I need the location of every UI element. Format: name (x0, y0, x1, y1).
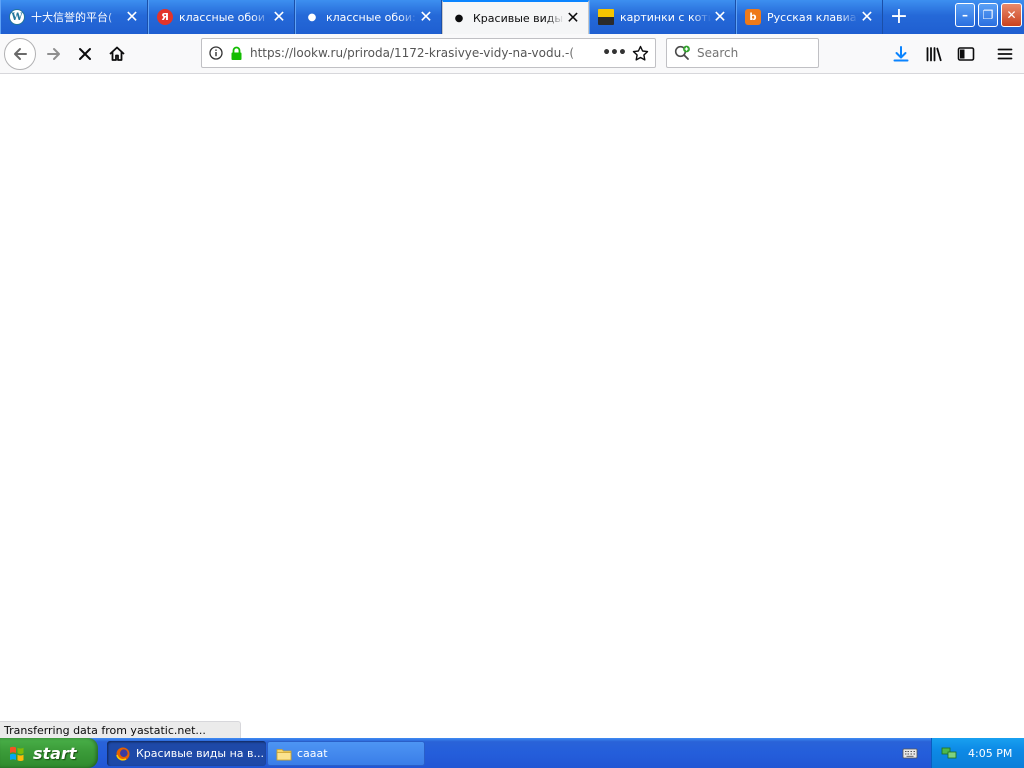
sidebar-toggle-button[interactable] (951, 39, 981, 69)
system-tray: 4:05 PM (931, 738, 1024, 768)
status-panel: Transferring data from yastatic.net... (0, 721, 241, 738)
url-text[interactable]: https://lookw.ru/priroda/1172-krasivye-v… (250, 46, 601, 60)
taskbar-item-label: caaat (297, 747, 328, 760)
navigation-toolbar: https://lookw.ru/priroda/1172-krasivye-v… (0, 34, 1024, 74)
menu-button[interactable] (990, 39, 1020, 69)
tab-5[interactable]: картинки с котик ✕ (589, 0, 736, 34)
tab-title: 十大信誉的平台( (31, 11, 113, 24)
clock: 4:05 PM (968, 746, 1013, 760)
folder-icon (276, 746, 292, 762)
info-icon[interactable] (208, 45, 224, 61)
close-icon[interactable]: ✕ (270, 8, 288, 26)
address-bar[interactable]: https://lookw.ru/priroda/1172-krasivye-v… (201, 38, 656, 68)
taskbar-item-label: Красивые виды на в... (136, 747, 264, 760)
wordpress-icon: W (9, 9, 25, 25)
tab-2[interactable]: Я классные обои — ✕ (148, 0, 295, 34)
search-bar[interactable] (666, 38, 819, 68)
tab-title: картинки с котик (620, 10, 711, 24)
windows-logo-icon (10, 746, 24, 762)
downloads-button[interactable] (886, 39, 916, 69)
sidebar-icon (957, 47, 975, 61)
keyboard-site-icon: b (745, 9, 761, 25)
forward-button[interactable] (39, 39, 69, 69)
close-icon[interactable]: ✕ (564, 9, 582, 27)
start-button[interactable]: start (0, 738, 98, 768)
library-button[interactable] (919, 39, 949, 69)
page-content-area (0, 74, 1024, 738)
page-actions-icon[interactable]: ••• (601, 42, 627, 64)
image-icon (598, 9, 614, 25)
close-icon[interactable]: ✕ (417, 8, 435, 26)
home-button[interactable] (102, 39, 132, 69)
back-button[interactable] (4, 38, 36, 70)
tab-4-active[interactable]: ● Красивые виды н ✕ (442, 0, 589, 34)
dot-icon: ● (307, 11, 317, 23)
tab-title: Русская клавиат (767, 10, 858, 24)
dot-icon: ● (454, 12, 464, 24)
tab-strip: W 十大信誉的平台( ✕ Я классные обои — ✕ ● класс… (0, 0, 1024, 34)
restore-button[interactable]: ❐ (978, 3, 998, 27)
search-input[interactable] (697, 46, 817, 60)
forward-arrow-icon (47, 48, 60, 60)
close-icon[interactable]: ✕ (858, 8, 876, 26)
yandex-icon: Я (157, 9, 173, 25)
start-label: start (33, 743, 77, 763)
keyboard-layout-icon[interactable] (902, 745, 918, 761)
tab-1[interactable]: W 十大信誉的平台( ✕ (0, 0, 148, 34)
close-icon[interactable]: ✕ (123, 8, 141, 26)
taskbar-item-folder[interactable]: caaat (267, 741, 425, 766)
lock-icon[interactable] (228, 45, 244, 61)
bookmark-star-icon[interactable] (627, 42, 653, 64)
close-icon[interactable]: ✕ (711, 8, 729, 26)
back-arrow-icon (14, 48, 27, 60)
search-engine-icon[interactable] (674, 45, 692, 61)
tab-title: классные обои — (179, 10, 270, 24)
library-icon (926, 47, 942, 62)
taskbar: start Красивые виды на в... caaat 4:05 P… (0, 738, 1024, 768)
firefox-icon (115, 746, 131, 762)
network-icon[interactable] (940, 745, 958, 761)
minimize-button[interactable]: – (955, 3, 975, 27)
tab-title: Красивые виды н (473, 11, 564, 25)
new-tab-button[interactable]: + (886, 3, 912, 29)
stop-x-icon (79, 48, 91, 60)
taskbar-item-browser[interactable]: Красивые виды на в... (107, 741, 266, 766)
home-icon (109, 46, 125, 61)
tab-title: классные обои: 2 (326, 10, 417, 24)
download-arrow-icon (893, 46, 909, 62)
stop-button[interactable] (70, 39, 100, 69)
close-window-button[interactable]: ✕ (1001, 3, 1022, 27)
tab-6[interactable]: b Русская клавиат ✕ (736, 0, 883, 34)
hamburger-menu-icon (997, 48, 1013, 60)
tab-3[interactable]: ● классные обои: 2 ✕ (295, 0, 442, 34)
